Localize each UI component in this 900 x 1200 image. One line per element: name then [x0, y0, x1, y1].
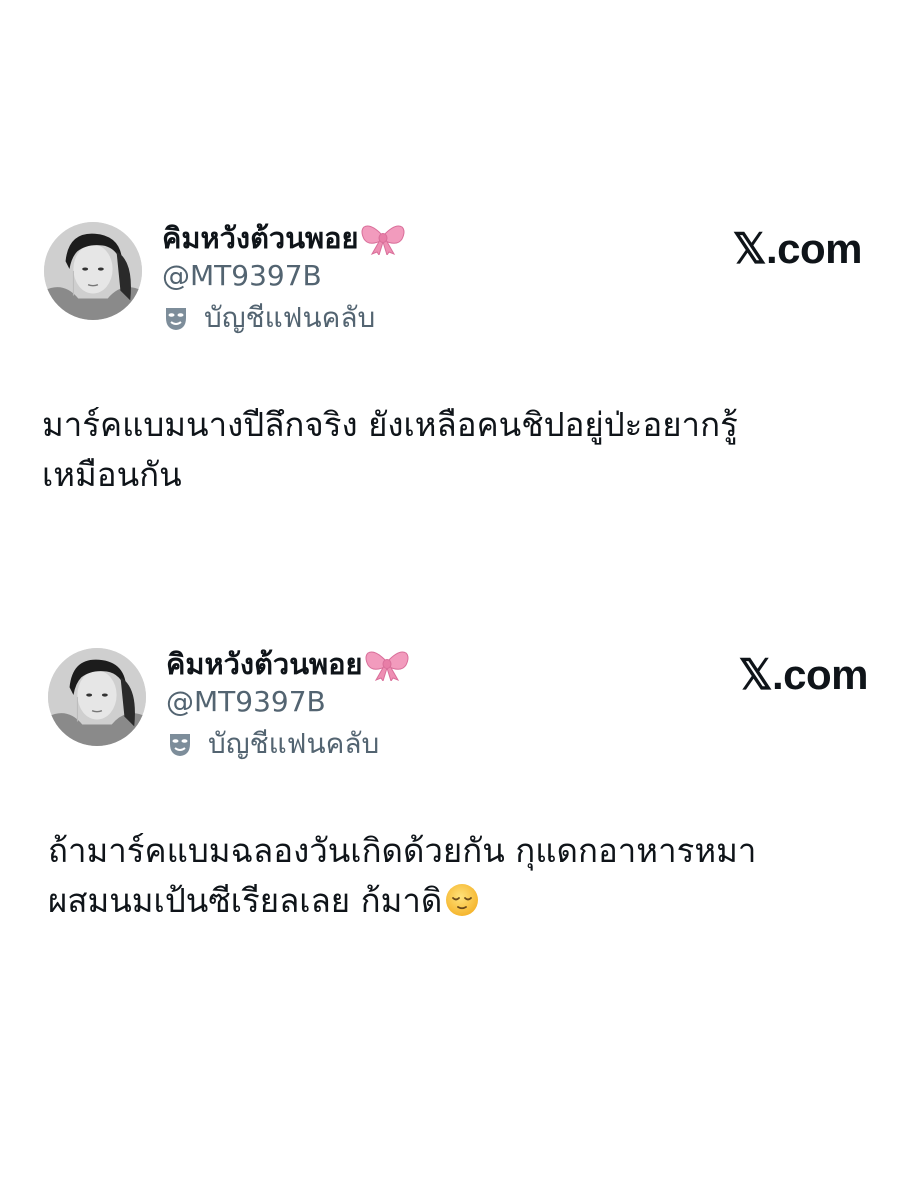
brand-logo: 𝕏.com	[732, 225, 863, 272]
avatar[interactable]	[48, 648, 146, 746]
tweet-header: คิมหวังต้วนพอย @MT9397B บัญชีแฟนคลับ 𝕏.c…	[0, 218, 900, 334]
tweet-text-line-with-emoji: ผสมนมเป้นซีเรียลเลย ก้มาดิ	[48, 876, 868, 926]
user-handle[interactable]: @MT9397B	[166, 684, 409, 720]
display-name-row: คิมหวังต้วนพอย	[166, 644, 409, 684]
ribbon-bow-icon	[361, 221, 405, 255]
avatar-image	[44, 222, 142, 320]
relieved-face-icon	[444, 882, 480, 918]
theater-mask-icon	[166, 730, 194, 758]
tweet-text-line: ผสมนมเป้นซีเรียลเลย ก้มาดิ	[48, 881, 443, 920]
account-label: บัญชีแฟนคลับ	[208, 727, 380, 760]
tweet-text: มาร์คแบมนางปีลึกจริง ยังเหลือคนชิปอยู่ป่…	[42, 400, 862, 500]
avatar[interactable]	[44, 222, 142, 320]
display-name[interactable]: คิมหวังต้วนพอย	[162, 218, 359, 258]
tweet-text-line: ถ้ามาร์คแบมฉลองวันเกิดด้วยกัน กุแดกอาหาร…	[48, 831, 757, 870]
display-name[interactable]: คิมหวังต้วนพอย	[166, 644, 363, 684]
user-info: คิมหวังต้วนพอย @MT9397B บัญชีแฟนคลับ	[166, 644, 409, 766]
theater-mask-icon	[162, 304, 190, 332]
tweet-card: คิมหวังต้วนพอย @MT9397B บัญชีแฟนคลับ 𝕏.c…	[0, 218, 900, 494]
account-label-row: บัญชีแฟนคลับ	[166, 722, 409, 766]
ribbon-bow-icon	[365, 647, 409, 681]
tweet-text-line: เหมือนกัน	[42, 455, 182, 494]
user-info: คิมหวังต้วนพอย @MT9397B บัญชีแฟนคลับ	[162, 218, 405, 340]
display-name-row: คิมหวังต้วนพอย	[162, 218, 405, 258]
tweet-text: ถ้ามาร์คแบมฉลองวันเกิดด้วยกัน กุแดกอาหาร…	[48, 826, 868, 926]
brand-logo: 𝕏.com	[738, 651, 869, 698]
tweet-header: คิมหวังต้วนพอย @MT9397B บัญชีแฟนคลับ 𝕏.c…	[0, 644, 900, 760]
tweet-card: คิมหวังต้วนพอย @MT9397B บัญชีแฟนคลับ 𝕏.c…	[0, 644, 900, 920]
account-label-row: บัญชีแฟนคลับ	[162, 296, 405, 340]
tweet-text-line: มาร์คแบมนางปีลึกจริง ยังเหลือคนชิปอยู่ป่…	[42, 405, 738, 444]
avatar-image	[48, 648, 146, 746]
account-label: บัญชีแฟนคลับ	[204, 301, 376, 334]
user-handle[interactable]: @MT9397B	[162, 258, 405, 294]
